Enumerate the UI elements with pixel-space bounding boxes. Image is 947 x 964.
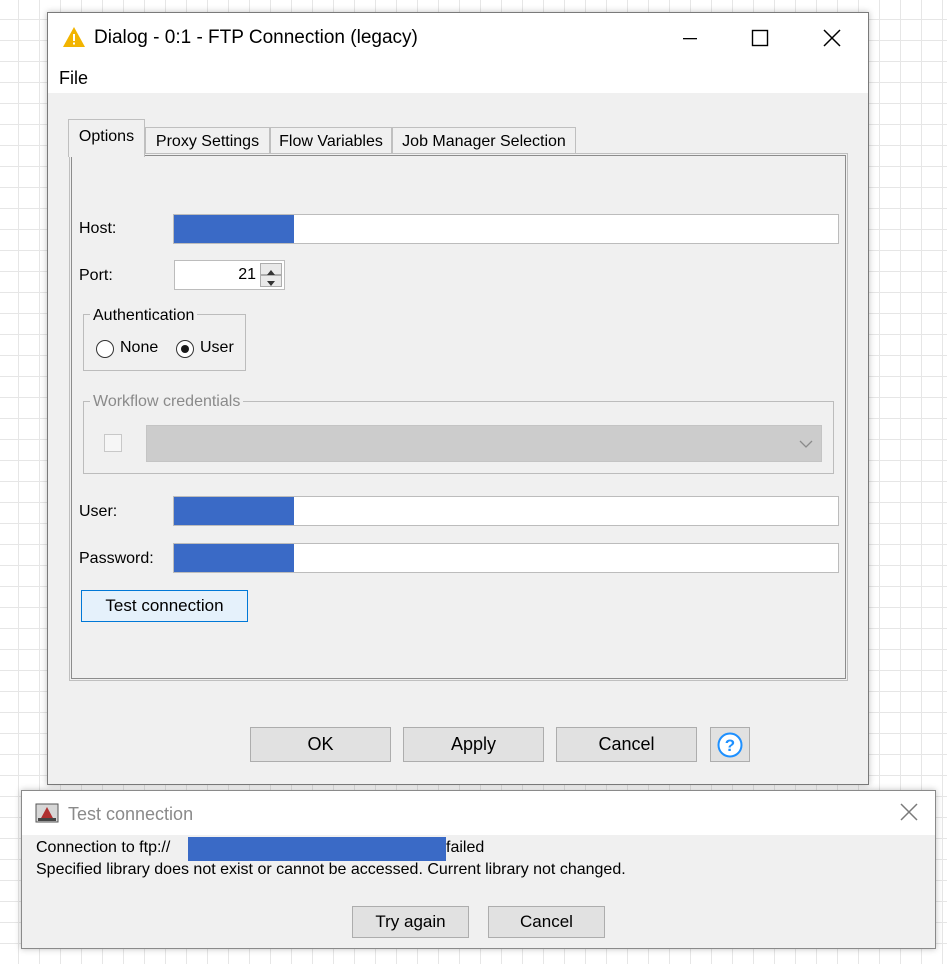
window-title: Dialog - 0:1 - FTP Connection (legacy) bbox=[94, 27, 418, 48]
popup-message-suffix: failed bbox=[446, 839, 485, 856]
tab-options[interactable]: Options bbox=[68, 119, 145, 157]
close-icon bbox=[823, 29, 841, 47]
workflow-credentials-title: Workflow credentials bbox=[90, 393, 244, 411]
help-icon: ? bbox=[717, 732, 743, 757]
options-panel-inner: Host: Port: 21 Authentication None User … bbox=[71, 155, 846, 679]
warning-icon bbox=[62, 26, 86, 53]
arrow-down-icon bbox=[267, 281, 275, 286]
tab-proxy-settings[interactable]: Proxy Settings bbox=[145, 127, 270, 155]
close-button[interactable] bbox=[798, 13, 866, 63]
popup-message-detail: Specified library does not exist or cann… bbox=[36, 861, 626, 878]
title-bar[interactable]: Dialog - 0:1 - FTP Connection (legacy) bbox=[48, 13, 868, 63]
popup-message-prefix: Connection to ftp:// bbox=[36, 839, 171, 856]
authentication-title: Authentication bbox=[90, 307, 198, 325]
redacted-ftp-host bbox=[188, 837, 446, 861]
menu-bar: File bbox=[48, 63, 868, 93]
user-label: User: bbox=[79, 503, 118, 520]
minimize-button[interactable] bbox=[656, 13, 724, 63]
auth-user-radio[interactable] bbox=[176, 340, 194, 358]
auth-user-label[interactable]: User bbox=[200, 339, 234, 357]
ok-button[interactable]: OK bbox=[250, 727, 391, 762]
popup-close-button[interactable] bbox=[899, 802, 919, 827]
password-input[interactable] bbox=[173, 543, 839, 573]
redacted-user bbox=[174, 497, 294, 525]
port-value: 21 bbox=[238, 266, 256, 283]
ftp-connection-dialog: Dialog - 0:1 - FTP Connection (legacy) F… bbox=[47, 12, 869, 785]
workflow-credentials-select[interactable] bbox=[146, 425, 822, 462]
port-stepper[interactable]: 21 bbox=[174, 260, 285, 290]
menu-file[interactable]: File bbox=[59, 68, 88, 89]
password-label: Password: bbox=[79, 550, 154, 567]
workflow-credentials-checkbox[interactable] bbox=[104, 434, 122, 452]
port-label: Port: bbox=[79, 267, 113, 284]
auth-none-radio[interactable] bbox=[96, 340, 114, 358]
host-input[interactable] bbox=[173, 214, 839, 244]
cancel-button[interactable]: Cancel bbox=[556, 727, 697, 762]
test-connection-button[interactable]: Test connection bbox=[81, 590, 248, 622]
try-again-button[interactable]: Try again bbox=[352, 906, 469, 938]
apply-button[interactable]: Apply bbox=[403, 727, 544, 762]
svg-text:?: ? bbox=[725, 736, 735, 755]
user-input[interactable] bbox=[173, 496, 839, 526]
minimize-icon bbox=[683, 38, 697, 40]
port-increment[interactable] bbox=[260, 263, 282, 275]
popup-title-bar[interactable]: Test connection bbox=[22, 791, 935, 835]
popup-cancel-button[interactable]: Cancel bbox=[488, 906, 605, 938]
java-app-icon bbox=[34, 801, 60, 830]
close-icon bbox=[900, 803, 918, 821]
help-button[interactable]: ? bbox=[710, 727, 750, 762]
options-panel: Host: Port: 21 Authentication None User … bbox=[69, 153, 848, 681]
auth-none-label[interactable]: None bbox=[120, 339, 158, 357]
maximize-icon bbox=[751, 29, 769, 47]
tab-flow-variables[interactable]: Flow Variables bbox=[270, 127, 392, 155]
host-label: Host: bbox=[79, 220, 117, 237]
chevron-down-icon bbox=[799, 440, 813, 448]
redacted-password bbox=[174, 544, 294, 572]
redacted-host bbox=[174, 215, 294, 243]
tab-job-manager-selection[interactable]: Job Manager Selection bbox=[392, 127, 576, 155]
popup-title: Test connection bbox=[68, 804, 194, 824]
port-decrement[interactable] bbox=[260, 275, 282, 287]
test-connection-popup: Test connection Connection to ftp:// fai… bbox=[21, 790, 936, 949]
maximize-button[interactable] bbox=[726, 13, 794, 63]
